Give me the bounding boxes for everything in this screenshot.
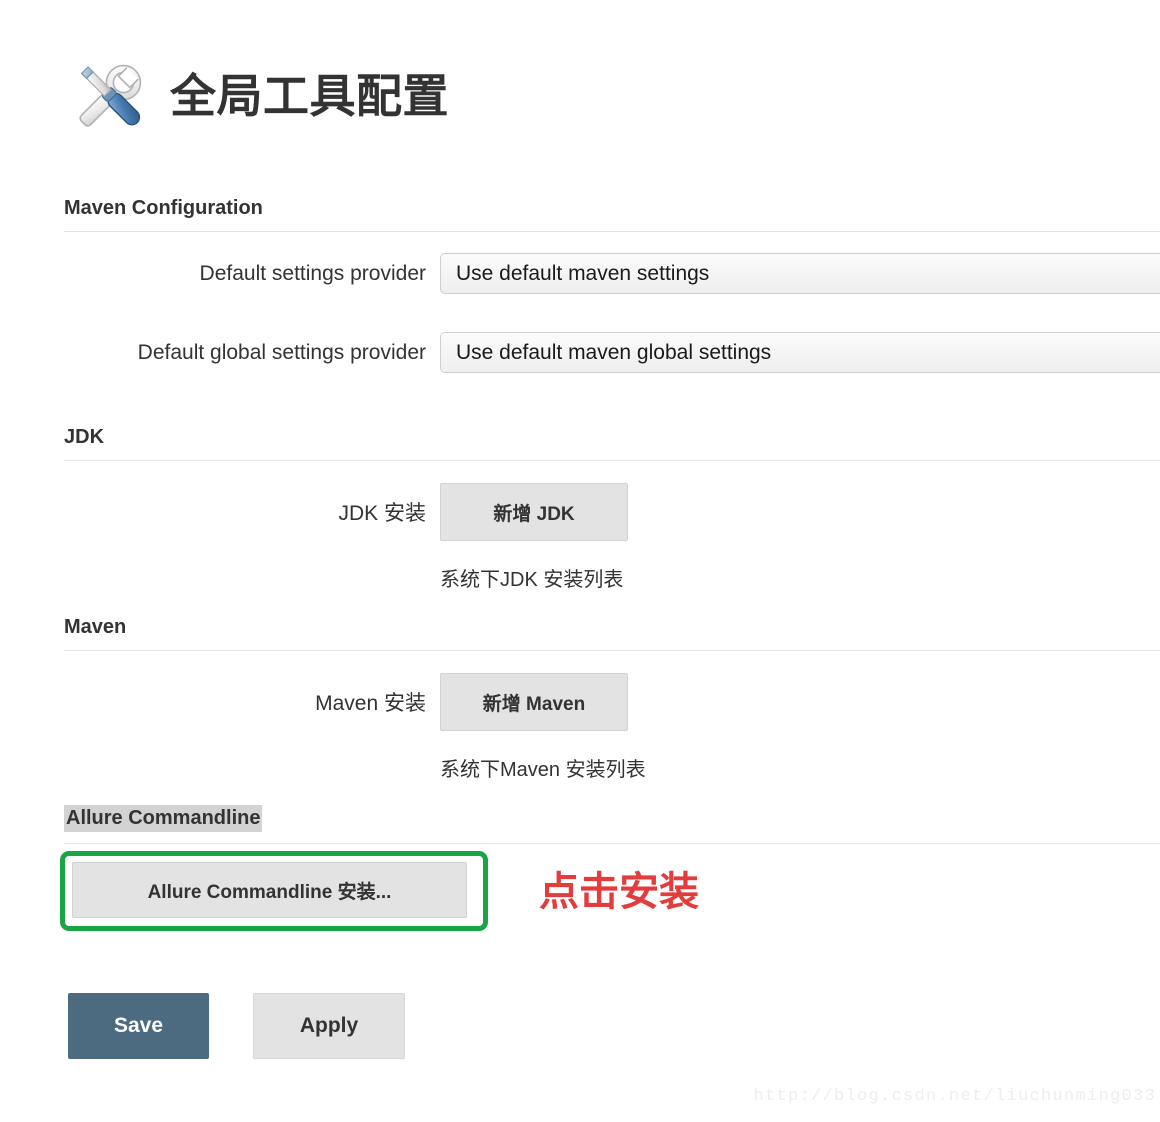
section-maven: Maven Maven 安装 新增 Maven 系统下Maven 安装列表 xyxy=(64,615,1160,782)
section-maven-configuration: Maven Configuration Default settings pro… xyxy=(64,196,1160,373)
field-jdk-installations: 新增 JDK 系统下JDK 安装列表 xyxy=(440,483,1160,592)
label-jdk-installations: JDK 安装 xyxy=(338,502,426,525)
field-default-settings-provider: Use default maven settings xyxy=(440,253,1160,294)
tools-wrench-screwdriver-icon xyxy=(64,50,156,142)
apply-button[interactable]: Apply xyxy=(253,993,405,1059)
add-jdk-button[interactable]: 新增 JDK xyxy=(440,483,628,541)
annotation-highlight-box xyxy=(60,851,488,931)
action-bar: Save Apply xyxy=(68,993,405,1059)
section-divider xyxy=(64,231,1160,232)
form-row-jdk-installations: JDK 安装 新增 JDK 系统下JDK 安装列表 xyxy=(64,483,1160,592)
section-heading-allure-commandline: Allure Commandline xyxy=(64,805,263,832)
section-divider xyxy=(64,650,1160,651)
section-jdk: JDK JDK 安装 新增 JDK 系统下JDK 安装列表 xyxy=(64,425,1160,592)
section-heading-maven: Maven xyxy=(64,616,127,638)
label-maven-installations: Maven 安装 xyxy=(315,692,426,715)
form-row-default-global-settings-provider: Default global settings provider Use def… xyxy=(64,332,1160,373)
save-button[interactable]: Save xyxy=(68,993,209,1059)
select-default-global-settings-provider[interactable]: Use default maven global settings xyxy=(440,332,1160,373)
page-header: 全局工具配置 xyxy=(64,42,449,150)
watermark-url: http://blog.csdn.net/liuchunming033 xyxy=(753,1087,1156,1106)
label-default-global-settings-provider: Default global settings provider xyxy=(137,340,426,364)
form-row-maven-installations: Maven 安装 新增 Maven 系统下Maven 安装列表 xyxy=(64,673,1160,782)
field-maven-installations: 新增 Maven 系统下Maven 安装列表 xyxy=(440,673,1160,782)
field-default-global-settings-provider: Use default maven global settings xyxy=(440,332,1160,373)
annotation-label: 点击安装 xyxy=(539,870,699,914)
help-text-jdk: 系统下JDK 安装列表 xyxy=(440,569,624,591)
section-divider xyxy=(64,843,1160,844)
section-heading-jdk: JDK xyxy=(64,426,105,448)
label-default-settings-provider: Default settings provider xyxy=(199,261,426,285)
page-title: 全局工具配置 xyxy=(170,69,449,122)
help-text-maven: 系统下Maven 安装列表 xyxy=(440,759,646,781)
add-maven-button[interactable]: 新增 Maven xyxy=(440,673,628,731)
section-divider xyxy=(64,460,1160,461)
section-heading-maven-configuration: Maven Configuration xyxy=(64,197,263,219)
select-default-settings-provider[interactable]: Use default maven settings xyxy=(440,253,1160,294)
form-row-default-settings-provider: Default settings provider Use default ma… xyxy=(64,253,1160,294)
